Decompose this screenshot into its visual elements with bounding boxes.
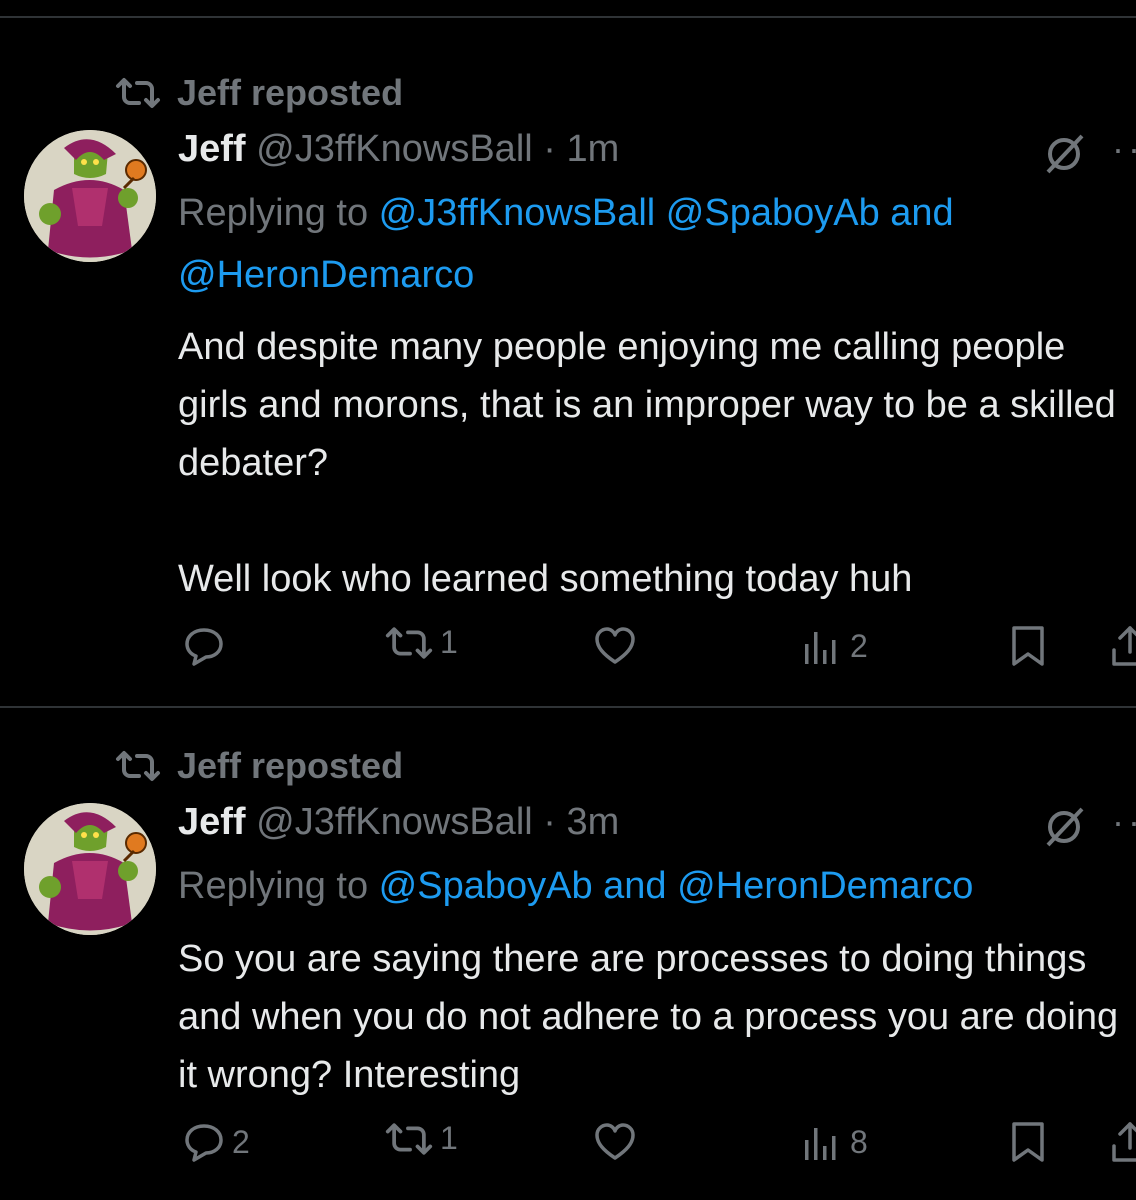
more-icon[interactable]: ·· <box>1112 801 1136 843</box>
grok-icon[interactable] <box>1042 132 1086 176</box>
heart-icon <box>595 627 635 664</box>
tweet-header: Jeff @J3ffKnowsBall · 1m <box>178 128 619 171</box>
bookmark-button[interactable] <box>1006 1120 1050 1164</box>
avatar[interactable] <box>24 803 156 935</box>
timestamp[interactable]: · 3m <box>543 801 619 843</box>
repost-count: 1 <box>440 624 458 660</box>
share-button[interactable] <box>1108 1120 1136 1164</box>
reply-button[interactable] <box>182 624 232 668</box>
bookmark-icon <box>1012 1122 1044 1162</box>
replying-to: Replying to @SpaboyAb and @HeronDemarco <box>178 855 1108 917</box>
action-bar: 2 1 8 <box>0 1120 1136 1170</box>
tweet-paragraph: So you are saying there are processes to… <box>178 938 1119 1096</box>
tweet-header: Jeff @J3ffKnowsBall · 3m <box>178 801 619 844</box>
repost-context: Jeff reposted <box>115 745 403 787</box>
views-icon <box>805 632 836 664</box>
top-divider <box>0 16 1136 18</box>
tweet-paragraph: And despite many people enjoying me call… <box>178 326 1116 484</box>
like-button[interactable] <box>593 624 643 668</box>
share-icon <box>1112 1122 1136 1162</box>
bookmark-icon <box>1012 626 1044 666</box>
reply-button[interactable]: 2 <box>182 1120 250 1164</box>
reply-mentions[interactable]: @J3ffKnowsBall @SpaboyAb and <box>379 192 954 234</box>
replying-prefix: Replying to <box>178 865 379 907</box>
repost-label: Jeff reposted <box>177 745 404 786</box>
reply-mentions[interactable]: @SpaboyAb and @HeronDemarco <box>379 865 974 907</box>
timestamp[interactable]: · 1m <box>543 128 619 170</box>
replying-prefix: Replying to <box>178 192 379 234</box>
heart-icon <box>595 1123 635 1160</box>
repost-icon <box>385 1122 433 1155</box>
view-count: 8 <box>850 1123 868 1160</box>
tweet-divider <box>0 706 1136 708</box>
repost-context: Jeff reposted <box>115 72 403 114</box>
repost-count: 1 <box>440 1120 458 1156</box>
like-button[interactable] <box>593 1120 643 1164</box>
bookmark-button[interactable] <box>1006 624 1050 668</box>
grok-icon[interactable] <box>1042 805 1086 849</box>
tweet-text: So you are saying there are processes to… <box>178 930 1136 1104</box>
display-name[interactable]: Jeff <box>178 801 246 843</box>
reply-icon <box>185 628 223 666</box>
repost-button[interactable]: 1 <box>384 1120 458 1157</box>
repost-label: Jeff reposted <box>177 72 404 113</box>
share-icon <box>1112 626 1136 666</box>
more-icon[interactable]: ·· <box>1112 128 1136 170</box>
share-button[interactable] <box>1108 624 1136 668</box>
display-name[interactable]: Jeff <box>178 128 246 170</box>
views-button[interactable]: 8 <box>800 1120 868 1164</box>
reply-mention[interactable]: @HeronDemarco <box>178 244 1108 306</box>
repost-button[interactable]: 1 <box>384 624 458 661</box>
avatar[interactable] <box>24 130 156 262</box>
repost-icon <box>385 626 433 659</box>
user-handle[interactable]: @J3ffKnowsBall <box>256 801 533 843</box>
repost-icon <box>116 751 160 781</box>
repost-icon <box>116 78 160 108</box>
action-bar: 1 2 <box>0 624 1136 674</box>
reply-icon <box>185 1124 223 1162</box>
view-count: 2 <box>850 627 868 664</box>
views-button[interactable]: 2 <box>800 624 868 668</box>
user-handle[interactable]: @J3ffKnowsBall <box>256 128 533 170</box>
tweet-text: And despite many people enjoying me call… <box>178 318 1136 608</box>
tweet-paragraph: Well look who learned something today hu… <box>178 558 913 600</box>
reply-count: 2 <box>232 1123 250 1160</box>
replying-to: Replying to @J3ffKnowsBall @SpaboyAb and… <box>178 182 1108 306</box>
views-icon <box>805 1128 836 1160</box>
